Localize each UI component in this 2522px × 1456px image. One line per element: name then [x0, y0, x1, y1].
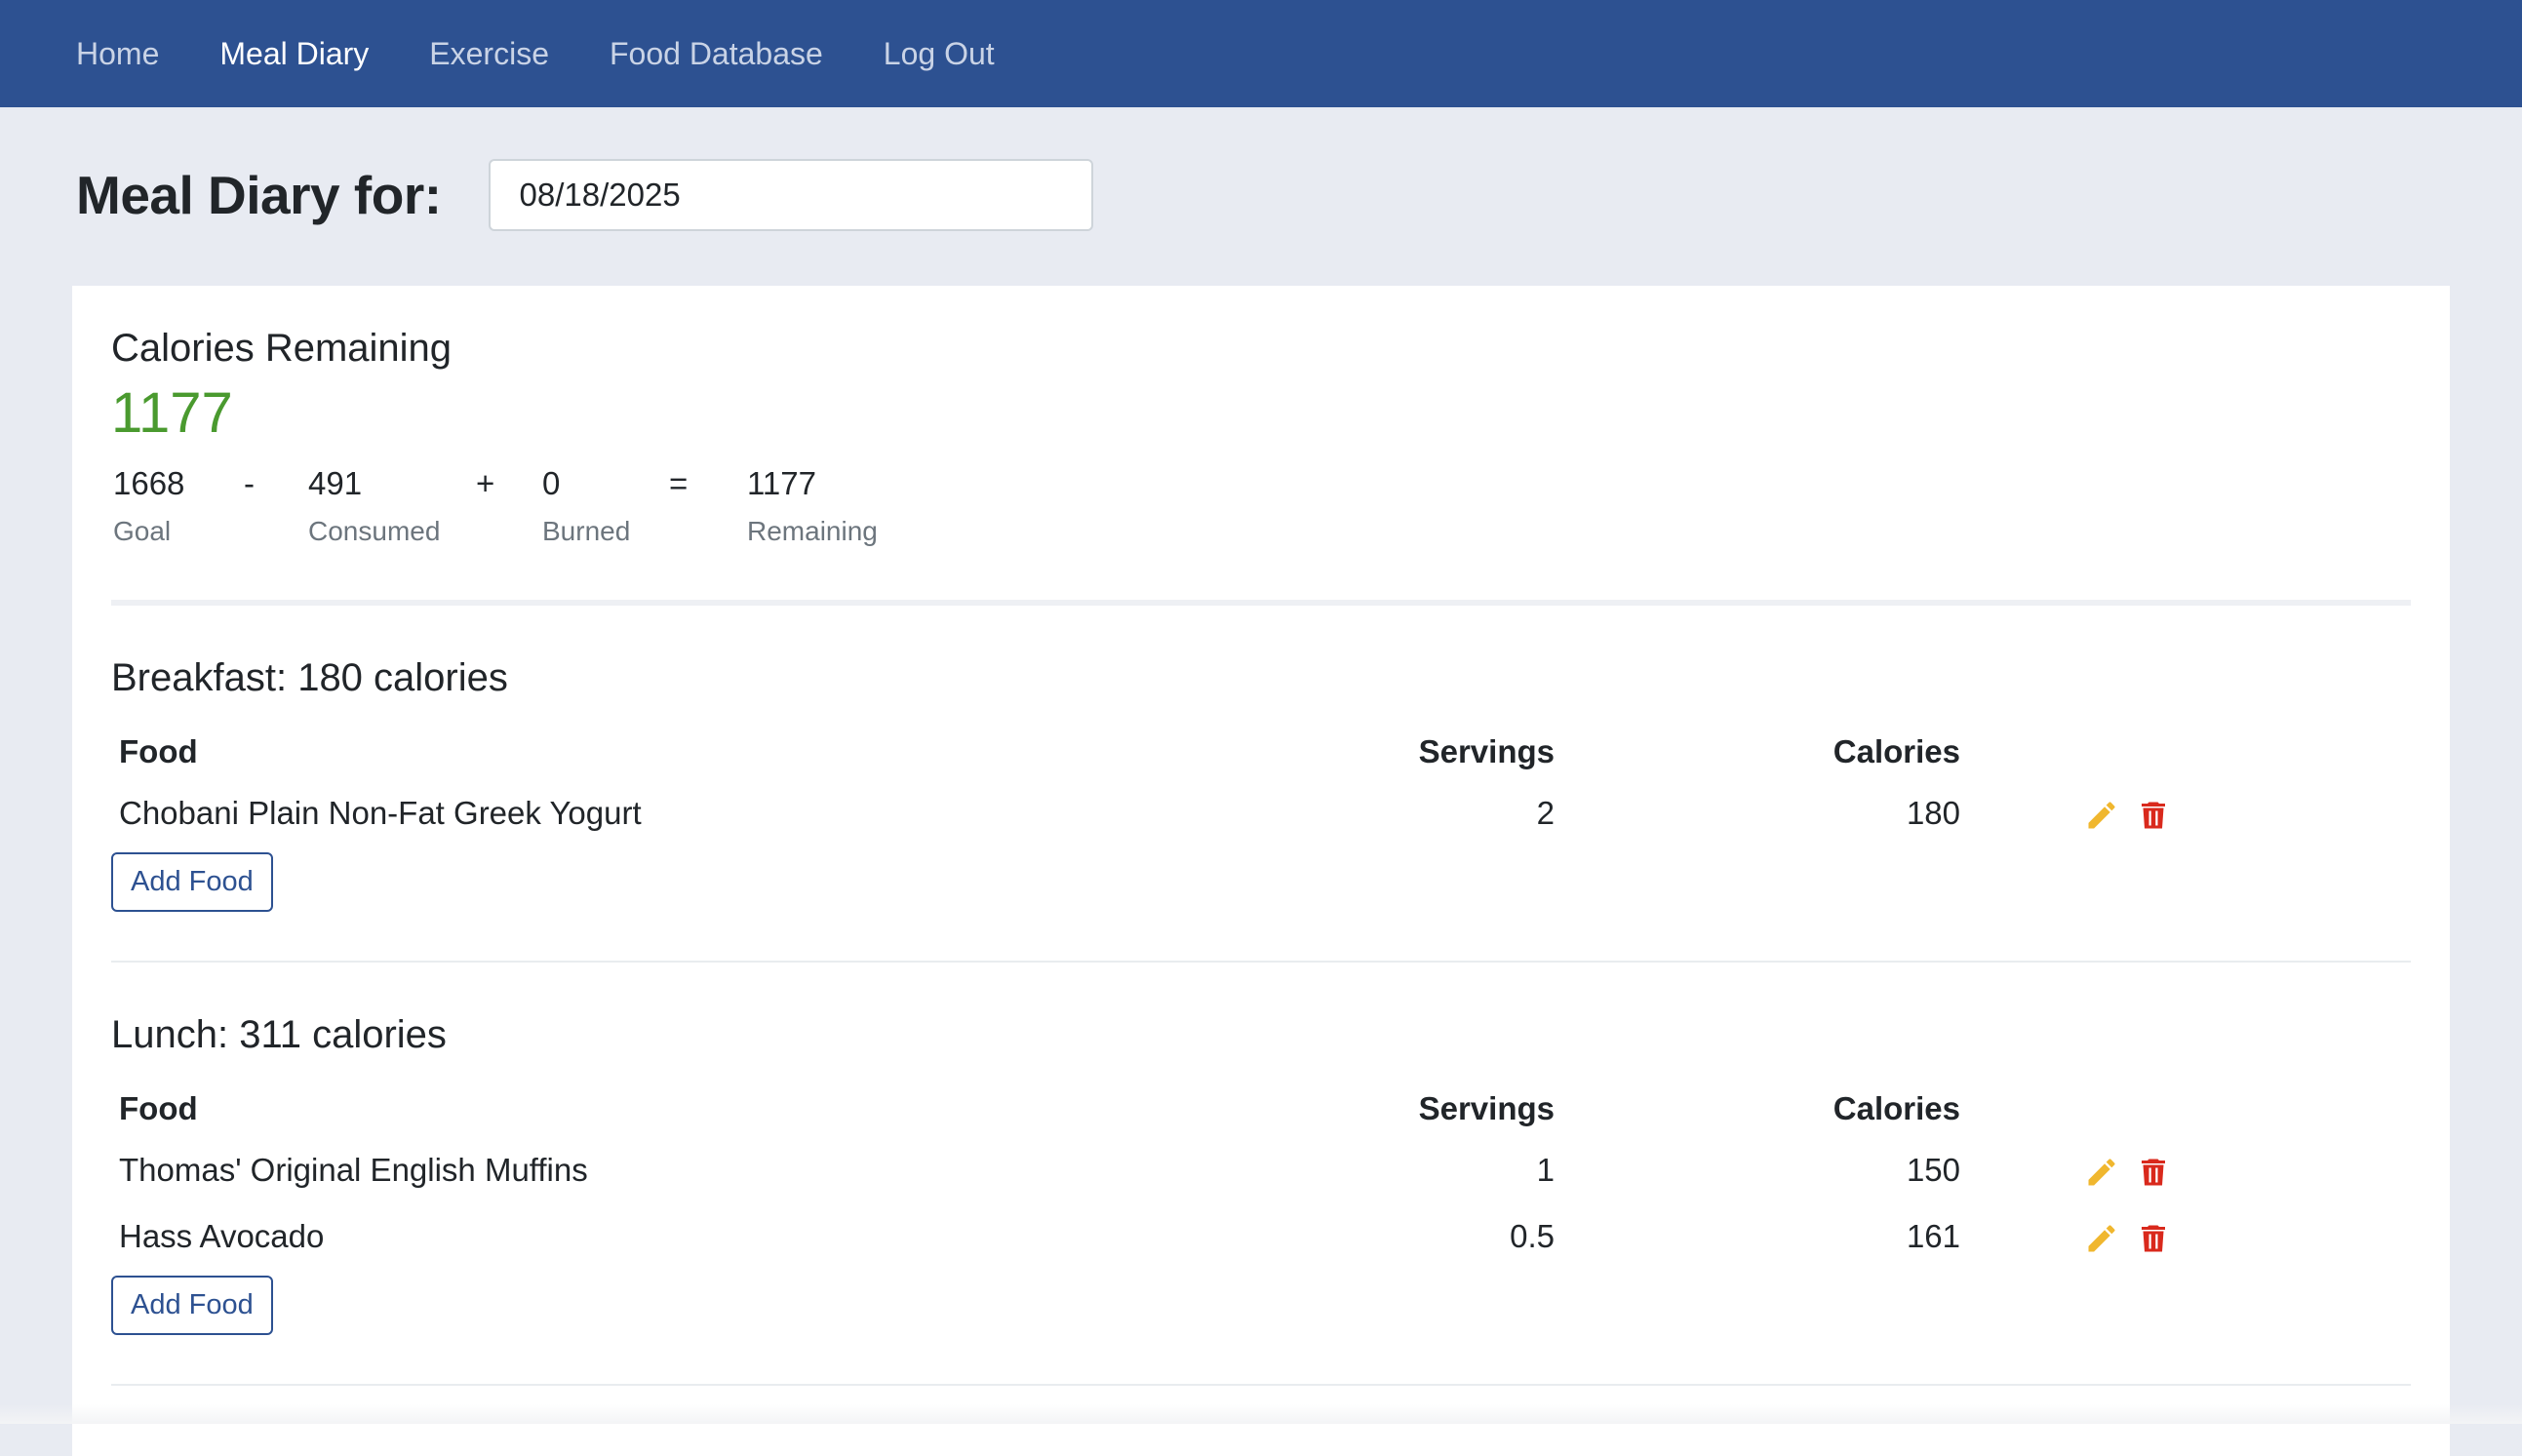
burned-value: 0 [542, 465, 561, 501]
calories-remaining-title: Calories Remaining [111, 327, 453, 370]
nav-food-database[interactable]: Food Database [610, 36, 823, 72]
row-actions [1968, 1203, 2179, 1270]
remaining-label: Remaining [747, 516, 878, 546]
food-servings: 1 [1536, 1152, 1555, 1188]
table-row: Chobani Plain Non-Fat Greek Yogurt 2 180 [111, 780, 2179, 846]
table-header-row: Food Servings Calories [111, 724, 2179, 780]
trash-icon[interactable] [2136, 798, 2171, 833]
food-servings: 0.5 [1510, 1218, 1555, 1254]
diary-header: Meal Diary for: [0, 107, 2522, 283]
food-table: Food Servings Calories Thomas' Original … [111, 1081, 2179, 1270]
nav-log-out[interactable]: Log Out [884, 36, 995, 72]
food-name: Thomas' Original English Muffins [119, 1152, 588, 1188]
summary-divider [111, 600, 2411, 606]
meal-breakfast: Breakfast: 180 calories Food Servings Ca… [111, 656, 2411, 912]
food-servings: 2 [1536, 795, 1555, 831]
nav-exercise[interactable]: Exercise [429, 36, 549, 72]
nav-home[interactable]: Home [76, 36, 159, 72]
column-food: Food [119, 1090, 198, 1126]
equals-operator: = [669, 465, 689, 501]
trash-icon[interactable] [2136, 1155, 2171, 1190]
consumed-column: 491 Consumed [308, 465, 476, 547]
row-actions [1968, 780, 2179, 846]
meal-title: Breakfast: 180 calories [111, 656, 508, 699]
add-food-button[interactable]: Add Food [111, 1276, 273, 1335]
consumed-label: Consumed [308, 516, 441, 546]
trash-icon[interactable] [2136, 1221, 2171, 1256]
food-table: Food Servings Calories Chobani Plain Non… [111, 724, 2179, 846]
column-calories: Calories [1832, 1090, 1960, 1126]
column-servings: Servings [1418, 733, 1555, 769]
food-name: Chobani Plain Non-Fat Greek Yogurt [119, 795, 642, 831]
pencil-icon[interactable] [2084, 798, 2119, 833]
minus-operator: - [244, 465, 255, 501]
meal-lunch: Lunch: 311 calories Food Servings Calori… [111, 1013, 2411, 1335]
page-bottom-fade [0, 1404, 2522, 1424]
column-actions [1968, 724, 2179, 780]
meal-divider [111, 961, 2411, 963]
pencil-icon[interactable] [2084, 1221, 2119, 1256]
burned-column: 0 Burned [542, 465, 667, 547]
goal-column: 1668 Goal [111, 465, 234, 547]
pencil-icon[interactable] [2084, 1155, 2119, 1190]
top-navbar: Home Meal Diary Exercise Food Database L… [0, 0, 2522, 107]
column-calories: Calories [1832, 733, 1960, 769]
column-actions [1968, 1081, 2179, 1137]
consumed-value: 491 [308, 465, 363, 501]
goal-label: Goal [113, 516, 172, 546]
food-calories: 150 [1906, 1152, 1960, 1188]
food-calories: 161 [1906, 1218, 1960, 1254]
calories-remaining-value: 1177 [111, 381, 233, 445]
food-name: Hass Avocado [119, 1218, 325, 1254]
nav-meal-diary[interactable]: Meal Diary [219, 36, 369, 72]
remaining-value: 1177 [747, 465, 816, 501]
calorie-formula: 1668 Goal - 491 Consumed + 0 Burned = 11… [111, 465, 2411, 547]
date-input[interactable] [488, 159, 1093, 231]
plus-operator: + [476, 465, 495, 501]
table-header-row: Food Servings Calories [111, 1081, 2179, 1137]
add-food-button[interactable]: Add Food [111, 852, 273, 912]
meal-title: Lunch: 311 calories [111, 1013, 447, 1056]
table-row: Thomas' Original English Muffins 1 150 [111, 1137, 2179, 1203]
meal-divider [111, 1384, 2411, 1386]
food-calories: 180 [1906, 795, 1960, 831]
column-servings: Servings [1418, 1090, 1555, 1126]
table-row: Hass Avocado 0.5 161 [111, 1203, 2179, 1270]
page-title: Meal Diary for: [76, 165, 442, 225]
column-food: Food [119, 733, 198, 769]
burned-label: Burned [542, 516, 631, 546]
goal-value: 1668 [113, 465, 185, 501]
diary-card: Calories Remaining 1177 1668 Goal - 491 … [72, 286, 2450, 1456]
row-actions [1968, 1137, 2179, 1203]
remaining-column: 1177 Remaining [747, 465, 878, 547]
